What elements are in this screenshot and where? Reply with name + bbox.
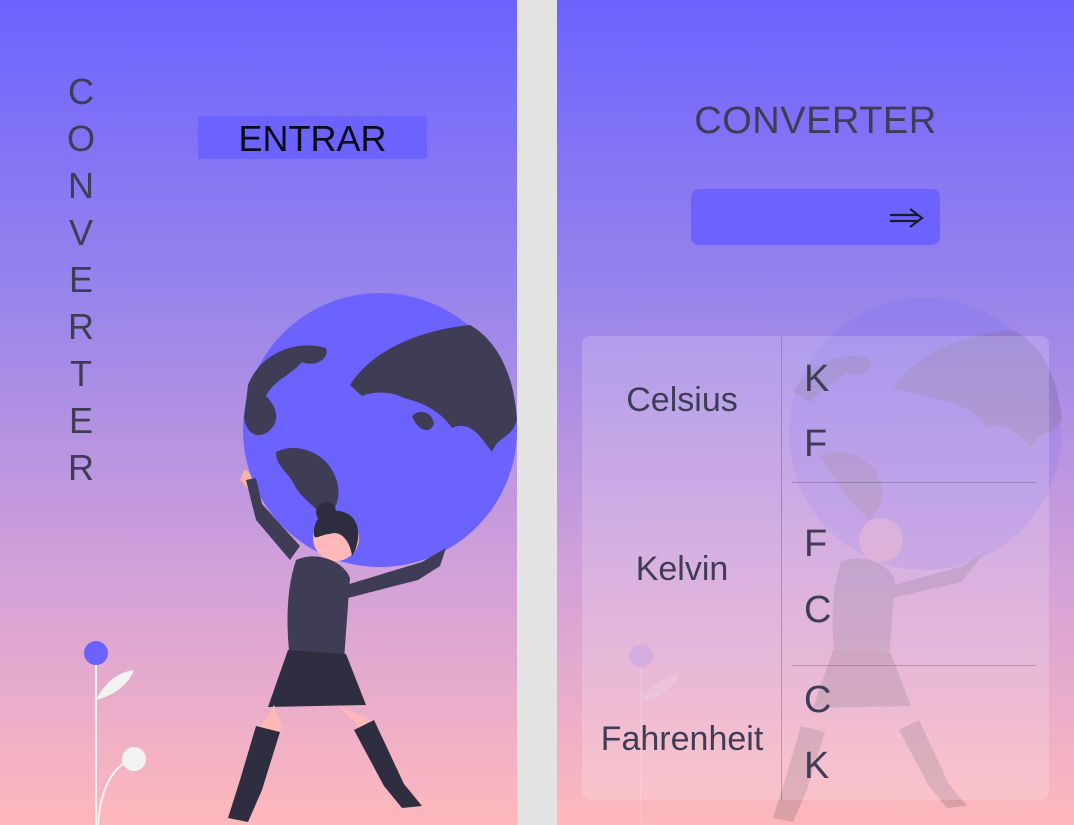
row-divider [792, 482, 1036, 483]
conversion-table: Celsius K F Kelvin F C Fahrenheit C K [582, 336, 1049, 800]
unit-celsius: Celsius [626, 381, 738, 419]
unit-fahrenheit: Fahrenheit [600, 720, 764, 758]
target-option[interactable]: F [804, 423, 827, 466]
target-option[interactable]: C [804, 679, 831, 722]
woman-holding-globe-icon [228, 293, 517, 822]
double-arrow-right-icon [890, 208, 924, 228]
target-option[interactable]: C [804, 589, 831, 632]
page-title: CONVERTER [694, 100, 937, 142]
target-option[interactable]: K [804, 358, 829, 401]
converter-screen: CONVERTER Celsius K F Kelvin F C Fahrenh… [557, 0, 1074, 825]
row-divider [792, 665, 1036, 666]
target-option[interactable]: F [804, 523, 827, 566]
unit-kelvin: Kelvin [635, 550, 729, 588]
target-option[interactable]: K [804, 745, 829, 788]
convert-go-button[interactable] [691, 189, 940, 245]
welcome-screen: C O N V E R T E R ENTRAR [0, 0, 517, 825]
